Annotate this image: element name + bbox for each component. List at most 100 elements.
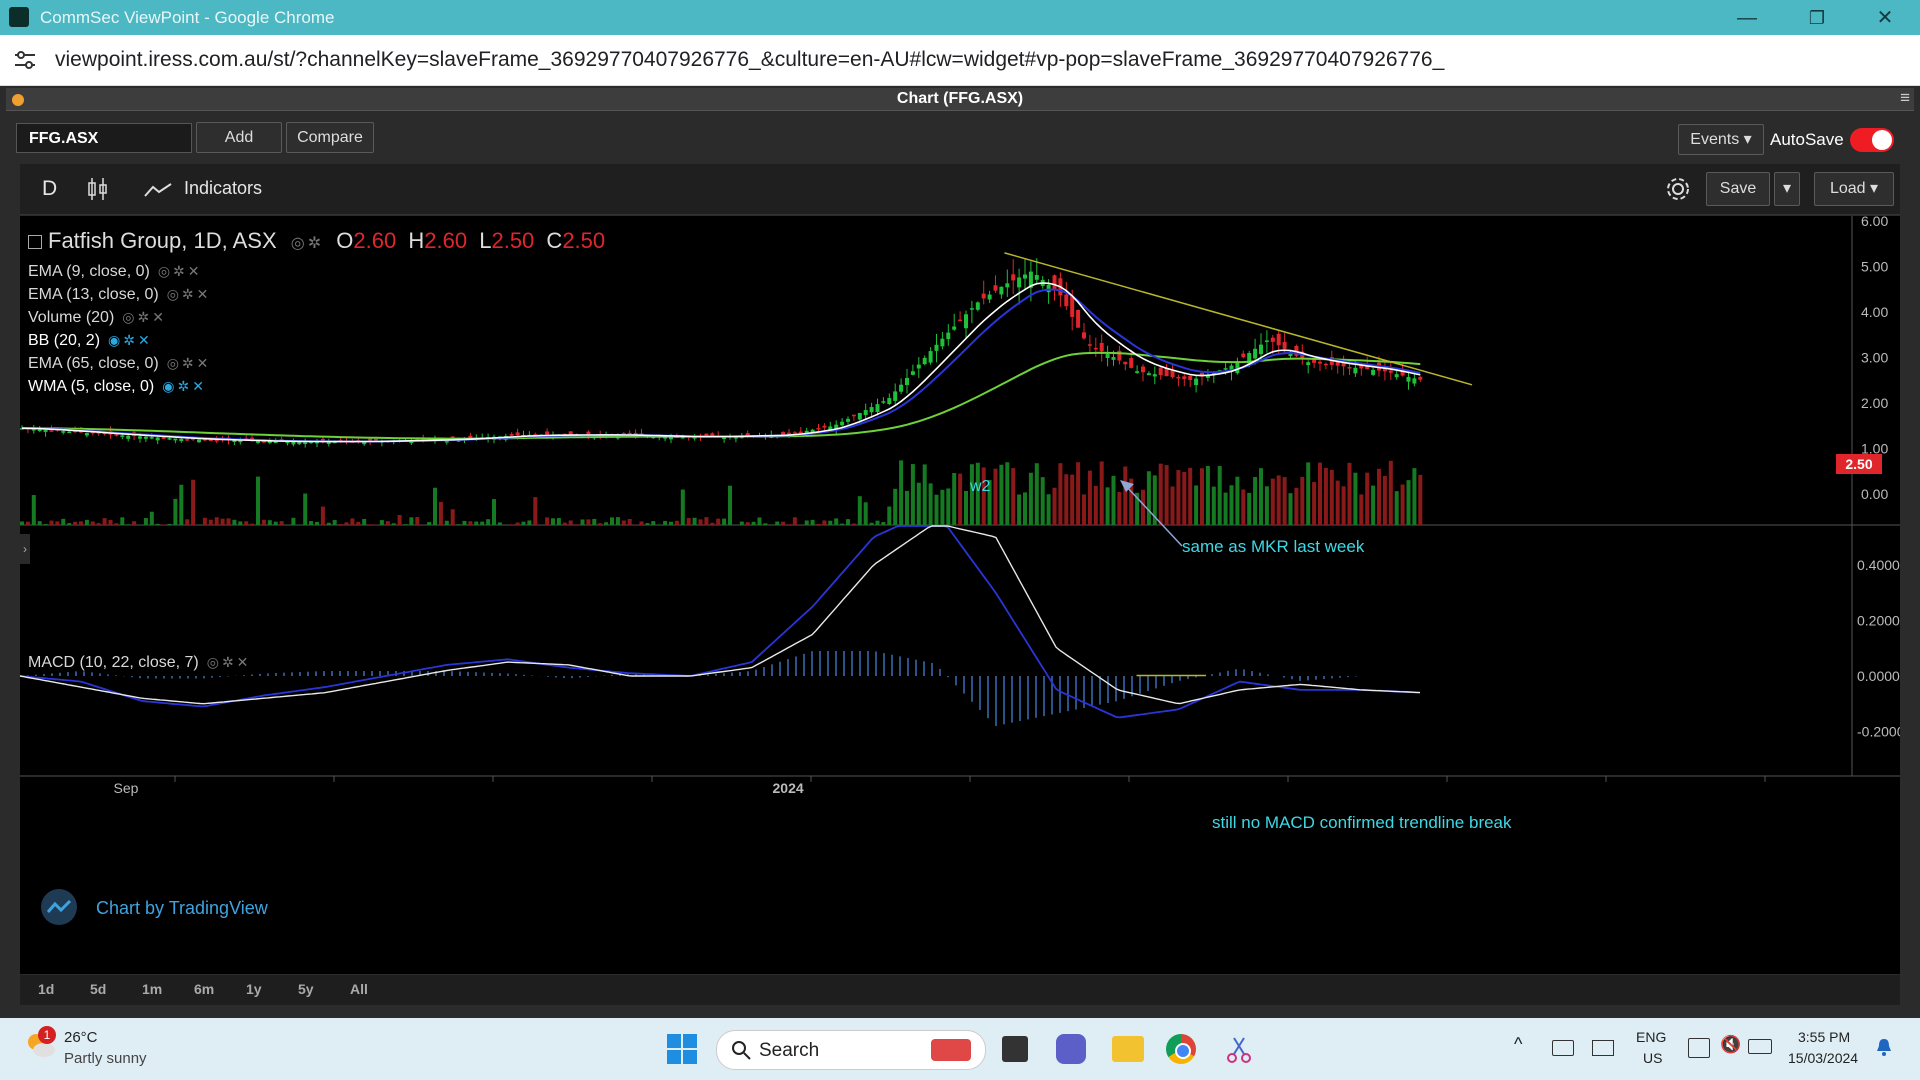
- indicator-legend-item[interactable]: EMA (65, close, 0) ◎✲✕: [28, 352, 211, 375]
- range-button-5y[interactable]: 5y: [298, 981, 314, 997]
- restore-button[interactable]: ❐: [1794, 4, 1840, 32]
- candle-body: [851, 414, 856, 417]
- volume-bar: [1017, 494, 1022, 525]
- range-button-1m[interactable]: 1m: [142, 981, 162, 997]
- indicator-legend-item[interactable]: WMA (5, close, 0) ◉✲✕: [28, 375, 211, 398]
- display-icon[interactable]: [1592, 1040, 1614, 1056]
- chart-canvas[interactable]: 6.005.004.003.002.001.000.000.40000.2000…: [20, 216, 1900, 974]
- notifications-bell-icon[interactable]: [1876, 1038, 1892, 1056]
- candle-body: [1135, 371, 1140, 373]
- candle-body: [1282, 341, 1287, 349]
- indicators-button[interactable]: Indicators: [184, 178, 262, 199]
- indicator-legend-item[interactable]: EMA (9, close, 0) ◎✲✕: [28, 260, 211, 283]
- weather-desc[interactable]: Partly sunny: [64, 1050, 147, 1067]
- volume-bar: [415, 517, 420, 525]
- autosave-toggle[interactable]: [1850, 128, 1894, 152]
- candle-body: [893, 391, 898, 401]
- minimize-button[interactable]: —: [1724, 4, 1770, 32]
- candle-style-icon[interactable]: [86, 176, 110, 207]
- volume-bar: [958, 473, 963, 525]
- tradingview-branding[interactable]: Chart by TradingView: [96, 898, 268, 919]
- clock-time[interactable]: 3:55 PM: [1798, 1029, 1850, 1045]
- windows-start-icon[interactable]: [667, 1034, 697, 1069]
- file-explorer-icon[interactable]: [1112, 1036, 1144, 1062]
- compare-button[interactable]: Compare: [286, 122, 374, 153]
- show-hidden-icons[interactable]: ^: [1514, 1034, 1522, 1055]
- indicator-controls-icon[interactable]: ◎✲✕: [167, 352, 212, 374]
- volume-bar: [326, 522, 331, 525]
- add-button[interactable]: Add: [196, 122, 282, 153]
- chrome-icon[interactable]: [1166, 1034, 1196, 1064]
- teams-icon[interactable]: [1056, 1034, 1086, 1064]
- candle-body: [1105, 354, 1110, 359]
- symbol-input[interactable]: FFG.ASX: [16, 123, 192, 153]
- close-button[interactable]: ✕: [1862, 4, 1908, 32]
- weather-temp[interactable]: 26°C: [64, 1029, 98, 1046]
- expand-panel-handle[interactable]: ›: [20, 534, 30, 564]
- clock-date[interactable]: 15/03/2024: [1788, 1050, 1858, 1066]
- battery-icon[interactable]: [1748, 1039, 1772, 1054]
- language-top[interactable]: ENG: [1636, 1029, 1666, 1045]
- collapse-legend-icon[interactable]: [28, 235, 42, 250]
- range-button-1d[interactable]: 1d: [38, 981, 54, 997]
- network-icon[interactable]: [1688, 1038, 1710, 1058]
- indicator-controls-icon[interactable]: ◎✲✕: [122, 306, 167, 328]
- panel-menu-icon[interactable]: ≡: [1900, 88, 1910, 108]
- candle-body: [1259, 344, 1263, 355]
- indicators-icon[interactable]: [144, 182, 172, 203]
- indicator-controls-icon[interactable]: ◉✲✕: [108, 329, 153, 351]
- candle-body: [1276, 333, 1281, 346]
- volume-bar: [303, 493, 308, 525]
- candle-body: [1017, 277, 1022, 288]
- indicator-controls-icon[interactable]: ◎✲✕: [167, 283, 212, 305]
- price-tick-label: 5.00: [1861, 259, 1888, 275]
- indicator-controls-icon[interactable]: ◎✲✕: [158, 260, 203, 282]
- macd-tick-label: 0.4000: [1857, 557, 1900, 573]
- annotation-w2: w2: [970, 478, 991, 495]
- volume-bar: [1270, 478, 1275, 525]
- site-info-icon[interactable]: [12, 49, 38, 71]
- volume-bar: [1099, 461, 1104, 525]
- interval-button[interactable]: D: [42, 177, 57, 201]
- save-button[interactable]: Save: [1706, 172, 1770, 206]
- volume-bar: [368, 524, 373, 525]
- indicator-legend-item[interactable]: EMA (13, close, 0) ◎✲✕: [28, 283, 211, 306]
- volume-bar: [1264, 486, 1269, 525]
- candle-body: [208, 439, 213, 442]
- indicator-label: BB (20, 2): [28, 332, 101, 349]
- volume-muted-icon[interactable]: 🔇: [1720, 1035, 1741, 1055]
- load-dropdown[interactable]: Load ▾: [1814, 172, 1894, 206]
- volume-bar: [899, 460, 904, 525]
- indicator-legend-item[interactable]: Volume (20) ◎✲✕: [28, 306, 211, 329]
- candle-body: [1129, 358, 1134, 368]
- range-button-5d[interactable]: 5d: [90, 981, 106, 997]
- range-button-1y[interactable]: 1y: [246, 981, 262, 997]
- taskbar-search[interactable]: Search: [716, 1030, 986, 1070]
- candle-body: [899, 384, 904, 392]
- keyboard-icon[interactable]: [1552, 1040, 1574, 1056]
- range-button-6m[interactable]: 6m: [194, 981, 214, 997]
- task-view-icon[interactable]: [1002, 1036, 1028, 1062]
- save-options-dropdown[interactable]: ▾: [1774, 172, 1800, 206]
- candle-body: [1111, 357, 1116, 360]
- macd-controls-icon[interactable]: ◎✲✕: [207, 654, 252, 671]
- indicator-legend-item[interactable]: BB (20, 2) ◉✲✕: [28, 329, 211, 352]
- volume-bar: [456, 524, 461, 525]
- legend-title-icons[interactable]: ◎✲: [291, 233, 324, 253]
- candle-body: [1093, 347, 1098, 350]
- settings-gear-icon[interactable]: [1664, 175, 1692, 208]
- candle-body: [863, 410, 868, 416]
- volume-bar: [1388, 460, 1393, 525]
- volume-bar: [1111, 475, 1116, 525]
- snipping-tool-icon[interactable]: [1226, 1034, 1252, 1064]
- language-bottom[interactable]: US: [1643, 1050, 1662, 1066]
- events-dropdown[interactable]: Events ▾: [1678, 124, 1764, 155]
- address-bar[interactable]: viewpoint.iress.com.au/st/?channelKey=sl…: [0, 35, 1920, 86]
- range-button-all[interactable]: All: [350, 981, 368, 997]
- candle-body: [149, 437, 154, 439]
- chart-area[interactable]: 6.00 5.00 4.00 3.00 2.00 1.00 0.00 0.4000 0.2000…: [20, 216, 1900, 974]
- indicator-controls-icon[interactable]: ◉✲✕: [162, 375, 207, 397]
- volume-bar: [462, 520, 467, 525]
- url-text[interactable]: viewpoint.iress.com.au/st/?channelKey=sl…: [55, 48, 1444, 72]
- volume-bar: [1058, 463, 1063, 525]
